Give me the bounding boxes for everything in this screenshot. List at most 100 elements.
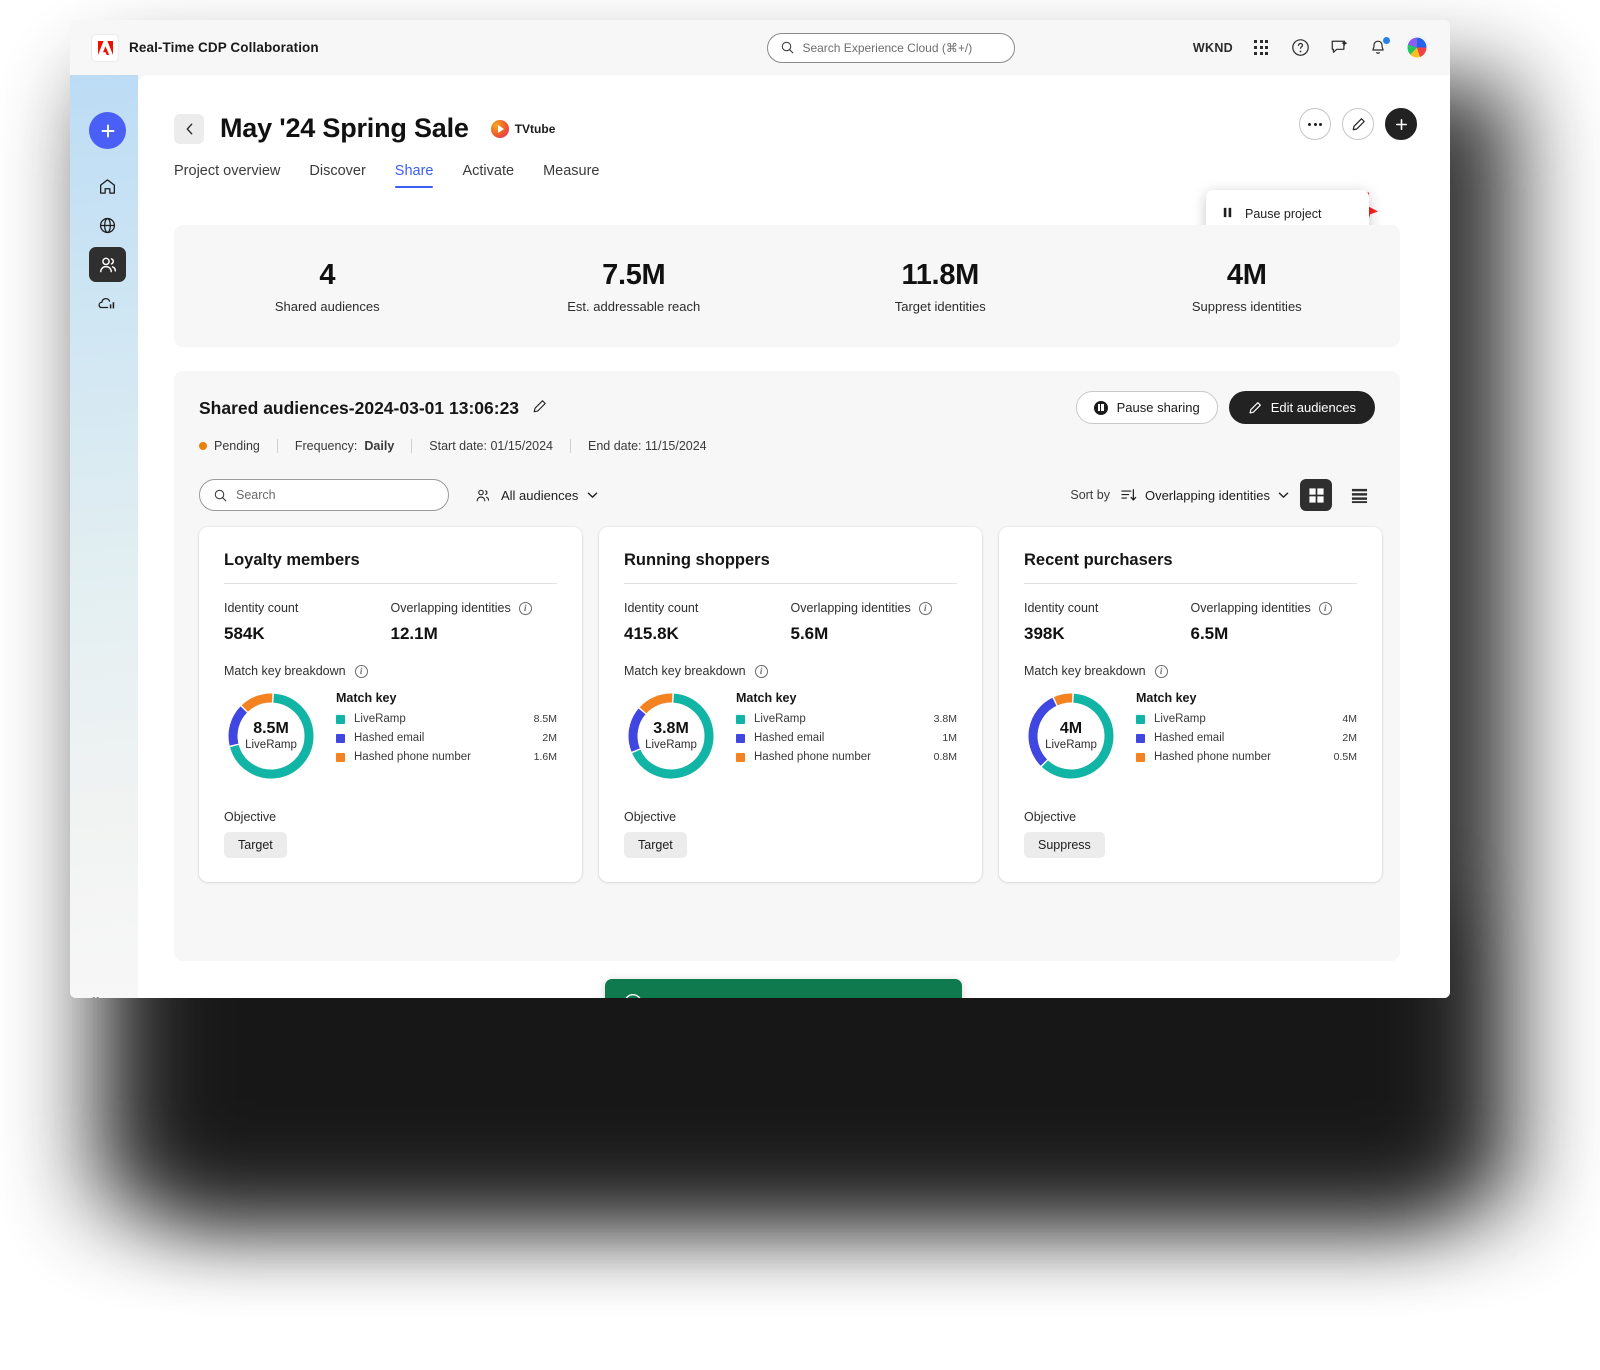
stat-shared-audiences: 4 Shared audiences bbox=[174, 259, 481, 314]
grid-view-button[interactable] bbox=[1300, 479, 1332, 511]
tab-activate[interactable]: Activate bbox=[462, 163, 514, 188]
feedback-icon[interactable] bbox=[1328, 37, 1350, 59]
globe-icon bbox=[99, 217, 116, 234]
identity-count-value: 584K bbox=[224, 624, 265, 643]
brand-chip: TVtube bbox=[490, 119, 556, 138]
identity-count-label: Identity count bbox=[624, 601, 699, 615]
legend-header: Match key bbox=[1136, 691, 1197, 705]
audiences-toolbar: Search All audiences Sort by Overlapping… bbox=[199, 479, 1375, 511]
info-icon[interactable]: i bbox=[354, 664, 368, 678]
sidebar-item-collaboration[interactable] bbox=[89, 247, 126, 282]
objective-chip: Target bbox=[224, 832, 287, 858]
add-button[interactable] bbox=[1385, 108, 1417, 140]
browser-window: Real-Time CDP Collaboration Search Exper… bbox=[70, 20, 1450, 998]
overlapping-identities-value: 12.1M bbox=[390, 624, 438, 643]
app-grid-icon[interactable] bbox=[1250, 37, 1272, 59]
legend-swatch bbox=[1136, 733, 1145, 743]
donut-center-label: 4M LiveRamp bbox=[1045, 719, 1097, 752]
overlapping-identities-value: 6.5M bbox=[1190, 624, 1229, 643]
summary-stats-strip: 4 Shared audiences 7.5M Est. addressable… bbox=[174, 225, 1400, 347]
notification-badge bbox=[1383, 36, 1390, 44]
menu-item-label: Pause project bbox=[1245, 207, 1322, 221]
objective-block: Objective Target bbox=[224, 810, 287, 858]
bell-icon[interactable] bbox=[1367, 36, 1390, 59]
rail-create-button[interactable] bbox=[89, 112, 126, 149]
identity-count-value: 415.8K bbox=[624, 624, 679, 643]
edit-button[interactable] bbox=[1342, 108, 1374, 140]
global-search-wrap: Search Experience Cloud (⌘+/) bbox=[590, 32, 1193, 63]
rail-expand-button[interactable]: » bbox=[92, 990, 101, 998]
legend-swatch bbox=[1136, 714, 1145, 724]
list-view-button[interactable] bbox=[1343, 479, 1375, 511]
stat-suppress-identities: 4M Suppress identities bbox=[1094, 259, 1401, 314]
legend-swatch bbox=[336, 752, 345, 762]
info-icon[interactable]: i bbox=[754, 664, 768, 678]
sort-dropdown[interactable]: Overlapping identities bbox=[1121, 488, 1289, 503]
card-divider bbox=[624, 583, 957, 584]
brand-name: TVtube bbox=[514, 121, 556, 136]
tab-measure[interactable]: Measure bbox=[543, 163, 599, 188]
legend-swatch bbox=[1136, 752, 1145, 762]
tab-share[interactable]: Share bbox=[394, 163, 433, 188]
audience-card-recent-purchasers[interactable]: Recent purchasers Identity count 398K Ov… bbox=[999, 527, 1382, 882]
card-title: Running shoppers bbox=[624, 551, 770, 569]
info-icon[interactable]: i bbox=[918, 601, 932, 615]
pause-sharing-button[interactable]: Pause sharing bbox=[1075, 391, 1218, 424]
audience-card-running-shoppers[interactable]: Running shoppers Identity count 415.8K O… bbox=[599, 527, 982, 882]
objective-label: Objective bbox=[224, 810, 277, 824]
back-button[interactable] bbox=[174, 113, 204, 144]
help-icon[interactable] bbox=[1289, 37, 1311, 59]
sidebar-item-globe[interactable] bbox=[89, 208, 126, 243]
tab-discover[interactable]: Discover bbox=[309, 163, 365, 188]
card-metrics: Identity count 415.8K Overlapping identi… bbox=[624, 601, 957, 644]
tab-project-overview[interactable]: Project overview bbox=[174, 163, 280, 188]
people-icon bbox=[99, 257, 116, 272]
card-metrics: Identity count 398K Overlapping identiti… bbox=[1024, 601, 1357, 644]
legend-swatch bbox=[336, 733, 345, 743]
search-icon bbox=[214, 489, 227, 501]
stat-label: Est. addressable reach bbox=[567, 298, 701, 314]
cloud-chart-icon bbox=[97, 297, 114, 309]
info-icon[interactable]: i bbox=[518, 601, 532, 615]
audience-card-loyalty-members[interactable]: Loyalty members Identity count 584K Over… bbox=[199, 527, 582, 882]
audience-search-input[interactable]: Search bbox=[199, 479, 449, 511]
info-icon[interactable]: i bbox=[1318, 601, 1332, 615]
chevron-down-icon bbox=[588, 492, 598, 498]
identity-count-metric: Identity count 398K bbox=[1024, 601, 1191, 644]
info-icon[interactable]: i bbox=[1154, 664, 1168, 678]
global-search-input[interactable]: Search Experience Cloud (⌘+/) bbox=[767, 32, 1016, 63]
identity-count-label: Identity count bbox=[224, 601, 299, 615]
sort-value: Overlapping identities bbox=[1144, 487, 1270, 503]
sidebar-item-home[interactable] bbox=[89, 169, 126, 204]
search-icon bbox=[782, 41, 794, 54]
app-title: Real-Time CDP Collaboration bbox=[129, 40, 319, 55]
frequency-label: Frequency: bbox=[294, 439, 358, 453]
end-date-meta: End date: 11/15/2024 bbox=[588, 439, 707, 453]
legend-item: LiveRamp 8.5M bbox=[336, 713, 557, 725]
pencil-icon bbox=[1352, 117, 1365, 130]
legend-item: Hashed email 2M bbox=[336, 732, 557, 744]
stat-value: 11.8M bbox=[901, 258, 980, 291]
sidebar-item-insights[interactable] bbox=[89, 286, 126, 321]
main-content: May '24 Spring Sale TVtube Project overv… bbox=[138, 75, 1450, 998]
edit-audiences-button[interactable]: Edit audiences bbox=[1228, 391, 1375, 424]
audience-filter-dropdown[interactable]: All audiences bbox=[475, 488, 598, 503]
rename-panel-button[interactable] bbox=[532, 399, 547, 419]
status-label: Pending bbox=[214, 439, 260, 453]
page-tabs: Project overview Discover Share Activate… bbox=[174, 163, 600, 188]
donut-chart: 3.8M LiveRamp bbox=[624, 689, 718, 783]
toast-close-button[interactable] bbox=[931, 997, 945, 999]
avatar[interactable] bbox=[1406, 36, 1428, 59]
org-name[interactable]: WKND bbox=[1193, 41, 1233, 55]
chart-legend: Match key LiveRamp 8.5M Hashed email 2M bbox=[336, 689, 557, 770]
status-dot-icon bbox=[199, 442, 207, 450]
chart-legend: Match key LiveRamp 4M Hashed email 2M Ha… bbox=[1136, 689, 1357, 770]
sort-icon bbox=[1121, 489, 1137, 501]
legend-swatch bbox=[336, 714, 345, 724]
card-divider bbox=[1024, 583, 1357, 584]
identity-count-label: Identity count bbox=[1024, 601, 1099, 615]
card-metrics: Identity count 584K Overlapping identiti… bbox=[224, 601, 557, 644]
more-actions-button[interactable] bbox=[1299, 108, 1331, 140]
legend-header: Match key bbox=[336, 691, 397, 705]
panel-title: Shared audiences-2024-03-01 13:06:23 bbox=[199, 398, 520, 418]
